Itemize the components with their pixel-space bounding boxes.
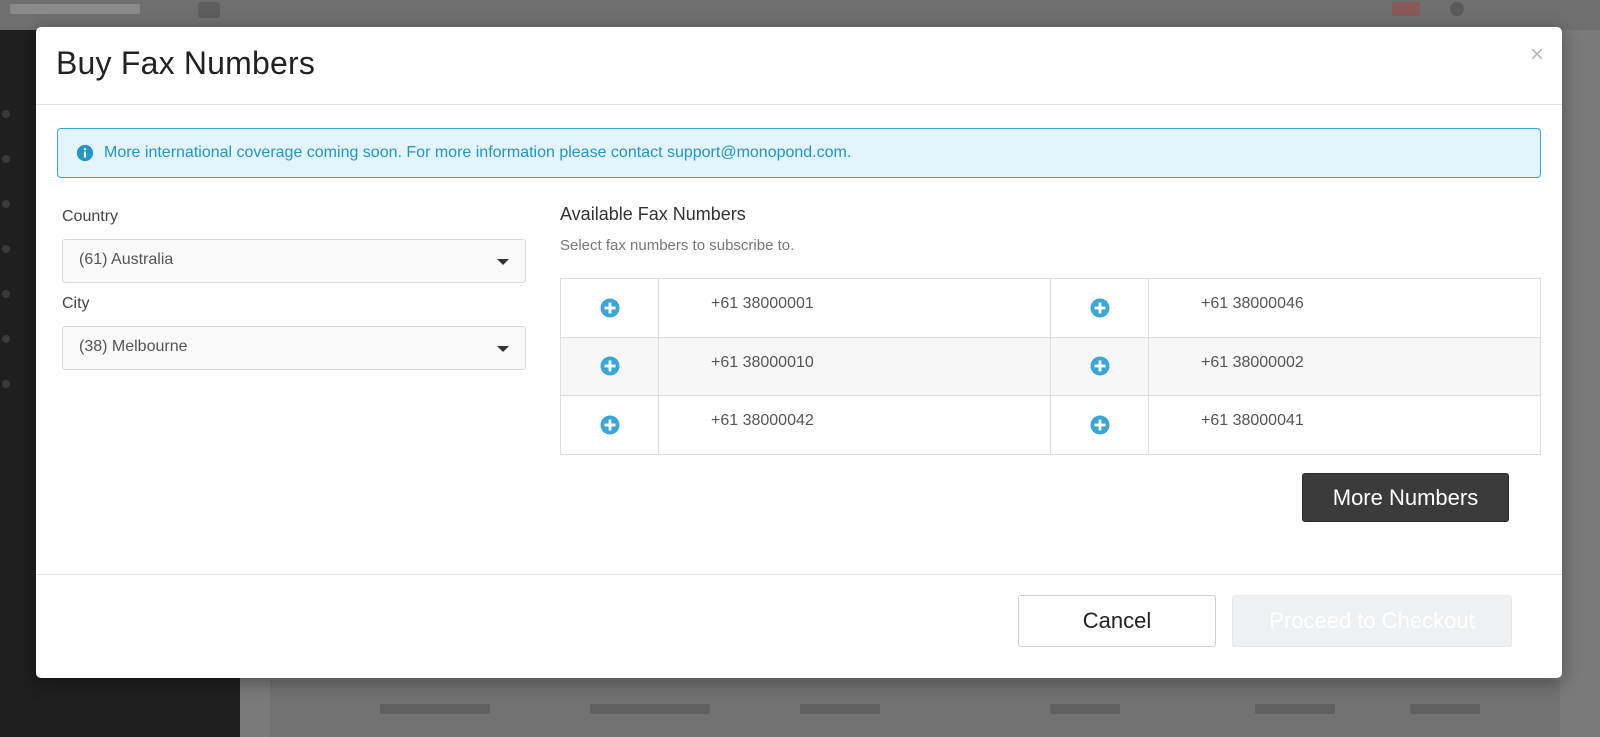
fax-number: +61 38000010 <box>658 336 1051 397</box>
background-topbar <box>0 0 1600 30</box>
country-select[interactable]: (61) Australia <box>62 239 526 283</box>
modal-header: Buy Fax Numbers × <box>36 27 1562 105</box>
background-logo <box>10 4 140 14</box>
add-circle-icon <box>600 415 619 435</box>
add-circle-icon <box>1090 298 1109 318</box>
fax-numbers-table: +61 38000001 +61 38000046 +61 38000010 +61 … <box>560 278 1541 455</box>
fax-number: +61 38000041 <box>1148 395 1541 455</box>
caret-down-icon <box>497 259 509 265</box>
add-number-button[interactable] <box>560 278 659 338</box>
fax-number-row: +61 38000042 +61 38000041 <box>560 395 1541 455</box>
buy-fax-numbers-modal: Buy Fax Numbers × More international cov… <box>36 27 1562 678</box>
country-label: Country <box>62 208 119 225</box>
close-icon[interactable]: × <box>1530 43 1544 67</box>
city-select-value: (38) Melbourne <box>79 338 188 355</box>
fax-number-row: +61 38000010 +61 38000002 <box>560 336 1541 397</box>
fax-number-row: +61 38000001 +61 38000046 <box>560 278 1541 338</box>
add-number-button[interactable] <box>1050 395 1149 455</box>
add-number-button[interactable] <box>560 395 659 455</box>
alert-text: More international coverage coming soon.… <box>104 144 852 161</box>
fax-number: +61 38000042 <box>658 395 1051 455</box>
background-user-icon <box>1450 2 1464 16</box>
fax-number: +61 38000002 <box>1148 336 1541 397</box>
fax-number: +61 38000046 <box>1148 278 1541 338</box>
add-circle-icon <box>600 298 619 318</box>
city-select[interactable]: (38) Melbourne <box>62 326 526 370</box>
available-numbers-title: Available Fax Numbers <box>560 204 746 224</box>
proceed-to-checkout-button[interactable]: Proceed to Checkout <box>1232 595 1512 647</box>
caret-down-icon <box>497 346 509 352</box>
background-sidebar-icon <box>2 335 10 343</box>
country-select-value: (61) Australia <box>79 251 174 268</box>
city-label: City <box>62 295 90 312</box>
fax-number: +61 38000001 <box>658 278 1051 338</box>
cancel-button[interactable]: Cancel <box>1018 595 1216 647</box>
background-sidebar-icon <box>2 155 10 163</box>
add-number-button[interactable] <box>1050 336 1149 397</box>
modal-title: Buy Fax Numbers <box>56 45 316 81</box>
add-number-button[interactable] <box>1050 278 1149 338</box>
background-menu-icon <box>198 2 220 18</box>
background-sidebar-icon <box>2 245 10 253</box>
add-circle-icon <box>1090 415 1109 435</box>
more-numbers-button[interactable]: More Numbers <box>1302 473 1509 522</box>
add-number-button[interactable] <box>560 336 659 397</box>
info-alert: More international coverage coming soon.… <box>57 128 1541 178</box>
modal-footer: Cancel Proceed to Checkout <box>36 574 1562 678</box>
background-flag-icon <box>1392 2 1420 16</box>
add-circle-icon <box>1090 356 1109 376</box>
background-sidebar-icon <box>2 110 10 118</box>
background-sidebar-icon <box>2 290 10 298</box>
background-sidebar-icon <box>2 380 10 388</box>
add-circle-icon <box>600 356 619 376</box>
available-numbers-subtitle: Select fax numbers to subscribe to. <box>560 237 795 254</box>
background-sidebar-icon <box>2 200 10 208</box>
info-circle-icon <box>76 144 94 162</box>
background-table-header <box>270 680 1560 737</box>
